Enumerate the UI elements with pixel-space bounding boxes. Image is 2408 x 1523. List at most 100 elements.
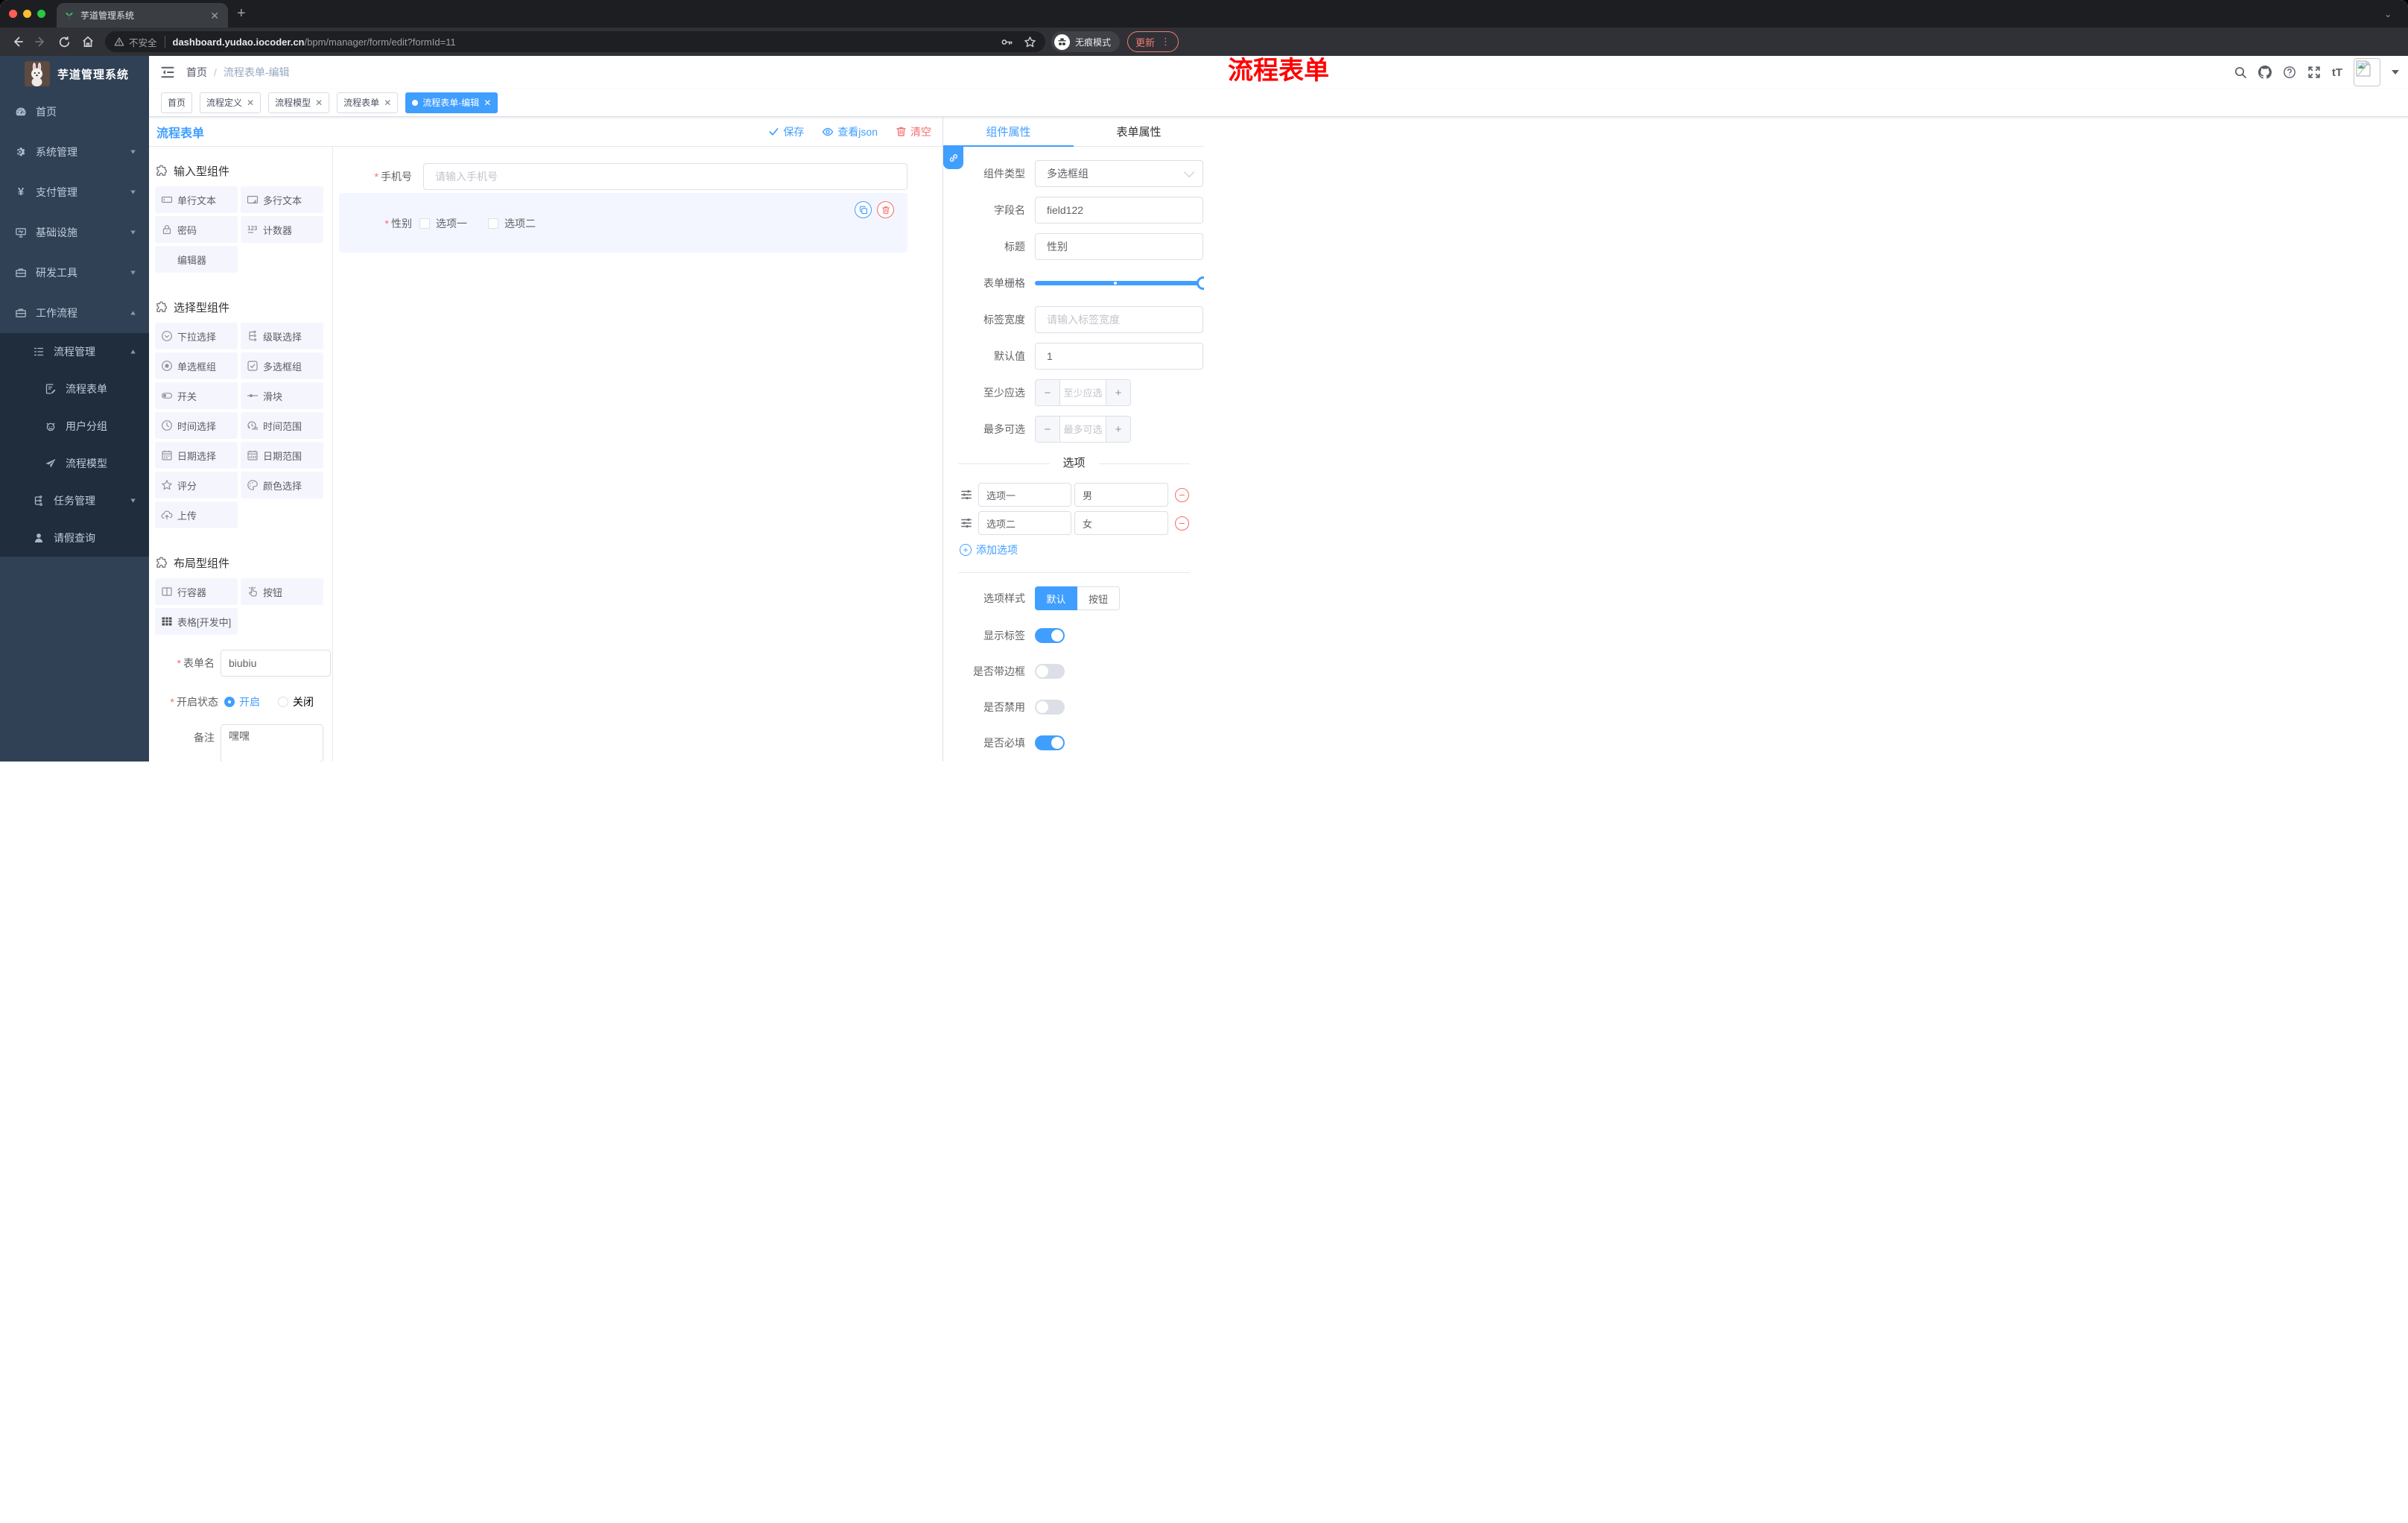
sidebar-item-user-groups[interactable]: 用户分组 (0, 408, 149, 445)
drag-handle-icon[interactable] (960, 488, 973, 501)
browser-menu-dots-icon[interactable]: ⋮ (1161, 36, 1170, 48)
status-on-radio[interactable]: 开启 (224, 694, 260, 709)
radio-unselected-icon[interactable] (278, 697, 288, 707)
label-width-input[interactable] (1035, 306, 1203, 333)
min-select-input[interactable] (1060, 380, 1106, 405)
add-option-button[interactable]: + 添加选项 (960, 542, 1190, 557)
form-grid-slider[interactable] (1035, 270, 1204, 297)
zoom-window-button[interactable] (37, 10, 45, 18)
slider-handle[interactable] (1197, 276, 1204, 290)
stepper-increase-button[interactable]: + (1106, 380, 1130, 405)
tag-process-form[interactable]: 流程表单 ✕ (337, 92, 399, 113)
help-icon[interactable] (2283, 66, 2296, 79)
browser-tab[interactable]: 芋道管理系统 ✕ (57, 3, 228, 28)
sidebar-item-home[interactable]: 首页 (0, 92, 149, 132)
delete-component-button[interactable] (877, 201, 894, 218)
address-bar[interactable]: 不安全 dashboard.yudao.iocoder.cn/bpm/manag… (105, 31, 1045, 52)
sidebar-item-process-form[interactable]: 流程表单 (0, 370, 149, 408)
sidebar-item-devtools[interactable]: 研发工具 ▼ (0, 253, 149, 293)
option2-value-input[interactable] (1074, 511, 1168, 535)
option2-label-input[interactable] (978, 511, 1071, 535)
checkbox-option1[interactable] (419, 218, 430, 229)
tab-search-chevron-icon[interactable]: ⌄ (2384, 9, 2392, 19)
sidebar-item-task-management[interactable]: 任务管理 ▼ (0, 482, 149, 519)
component-item-checkbox-group[interactable]: 多选框组 (241, 352, 323, 379)
component-item-cascader[interactable]: 级联选择 (241, 323, 323, 349)
stepper-increase-button[interactable]: + (1106, 417, 1130, 442)
form-name-input[interactable] (221, 650, 331, 677)
component-type-select[interactable]: 多选框组 (1035, 160, 1203, 187)
tab-component-props[interactable]: 组件属性 (943, 117, 1074, 147)
required-toggle[interactable] (1035, 735, 1065, 750)
sidebar-item-process-management[interactable]: 流程管理 ▲ (0, 333, 149, 370)
slider-track[interactable] (1035, 281, 1203, 285)
save-button[interactable]: 保存 (768, 124, 804, 139)
breadcrumb-home[interactable]: 首页 (186, 65, 207, 80)
sidebar-item-payment[interactable]: ¥ 支付管理 ▼ (0, 172, 149, 212)
stepper-decrease-button[interactable]: − (1036, 380, 1060, 405)
fullscreen-icon[interactable] (2307, 66, 2321, 79)
canvas-gender-field-selected[interactable]: * 性别 选项一 选项二 (339, 193, 907, 253)
radio-selected-icon[interactable] (224, 697, 235, 707)
bookmark-star-icon[interactable] (1024, 36, 1036, 48)
component-item-time-range[interactable]: 时间范围 (241, 412, 323, 439)
component-item-textarea[interactable]: 多行文本 (241, 186, 323, 213)
stepper-decrease-button[interactable]: − (1036, 417, 1060, 442)
duplicate-component-button[interactable] (855, 201, 872, 218)
tab-form-props[interactable]: 表单属性 (1074, 117, 1204, 146)
update-browser-button[interactable]: 更新 ⋮ (1127, 31, 1179, 52)
component-item-rate[interactable]: 评分 (155, 472, 238, 498)
form-remark-textarea[interactable]: 嘿嘿 (221, 724, 323, 762)
textarea-resize-handle[interactable] (315, 761, 321, 762)
tag-process-form-edit[interactable]: 流程表单-编辑 ✕ (405, 92, 498, 113)
view-json-button[interactable]: 查看json (822, 124, 878, 139)
tab-close-icon[interactable]: ✕ (209, 10, 221, 21)
component-item-row-container[interactable]: 行容器 (155, 578, 238, 605)
disabled-toggle[interactable] (1035, 700, 1065, 715)
avatar-caret-icon[interactable] (2392, 70, 2399, 75)
tag-close-icon[interactable]: ✕ (384, 98, 391, 108)
forward-icon[interactable] (34, 35, 48, 48)
app-logo[interactable]: 芋道管理系统 (0, 56, 149, 92)
password-key-icon[interactable] (1001, 36, 1013, 48)
checkbox-option2[interactable] (488, 218, 498, 229)
sidebar-item-system[interactable]: 系统管理 ▼ (0, 132, 149, 172)
title-input[interactable] (1035, 233, 1203, 260)
component-item-date-range[interactable]: 日期范围 (241, 442, 323, 469)
component-item-button[interactable]: 按钮 (241, 578, 323, 605)
component-item-password[interactable]: 密码 (155, 216, 238, 243)
form-canvas[interactable]: * 手机号 请输入手机号 * 性别 选项一 选项二 (333, 147, 942, 762)
sidebar-item-process-model[interactable]: 流程模型 (0, 445, 149, 482)
home-icon[interactable] (81, 35, 95, 48)
style-default-button[interactable]: 默认 (1035, 586, 1077, 610)
sidebar-item-workflow[interactable]: 工作流程 ▲ (0, 293, 149, 333)
component-item-radio-group[interactable]: 单选框组 (155, 352, 238, 379)
component-item-slider[interactable]: 滑块 (241, 382, 323, 409)
default-value-input[interactable] (1035, 343, 1203, 370)
remove-option-button[interactable]: − (1175, 487, 1189, 502)
status-off-radio[interactable]: 关闭 (278, 694, 314, 709)
component-item-text-input[interactable]: 单行文本 (155, 186, 238, 213)
component-item-upload[interactable]: 上传 (155, 501, 238, 528)
border-toggle[interactable] (1035, 664, 1065, 679)
avatar[interactable] (2354, 58, 2380, 86)
reload-icon[interactable] (58, 36, 71, 48)
tag-close-icon[interactable]: ✕ (484, 98, 491, 108)
back-icon[interactable] (10, 35, 24, 48)
sidebar-item-infrastructure[interactable]: 基础设施 ▼ (0, 212, 149, 253)
field-name-input[interactable] (1035, 197, 1203, 224)
github-icon[interactable] (2258, 66, 2272, 79)
max-select-input[interactable] (1060, 417, 1106, 442)
show-label-toggle[interactable] (1035, 628, 1065, 643)
component-item-select[interactable]: 下拉选择 (155, 323, 238, 349)
option1-value-input[interactable] (1074, 483, 1168, 507)
tag-close-icon[interactable]: ✕ (315, 98, 323, 108)
phone-input[interactable] (423, 163, 907, 190)
component-item-switch[interactable]: 开关 (155, 382, 238, 409)
remove-option-button[interactable]: − (1175, 516, 1189, 531)
component-item-counter[interactable]: 123 计数器 (241, 216, 323, 243)
window-controls[interactable] (9, 10, 45, 18)
component-item-color-picker[interactable]: 颜色选择 (241, 472, 323, 498)
drag-handle-icon[interactable] (960, 516, 973, 530)
canvas-phone-field[interactable]: * 手机号 (339, 163, 907, 190)
